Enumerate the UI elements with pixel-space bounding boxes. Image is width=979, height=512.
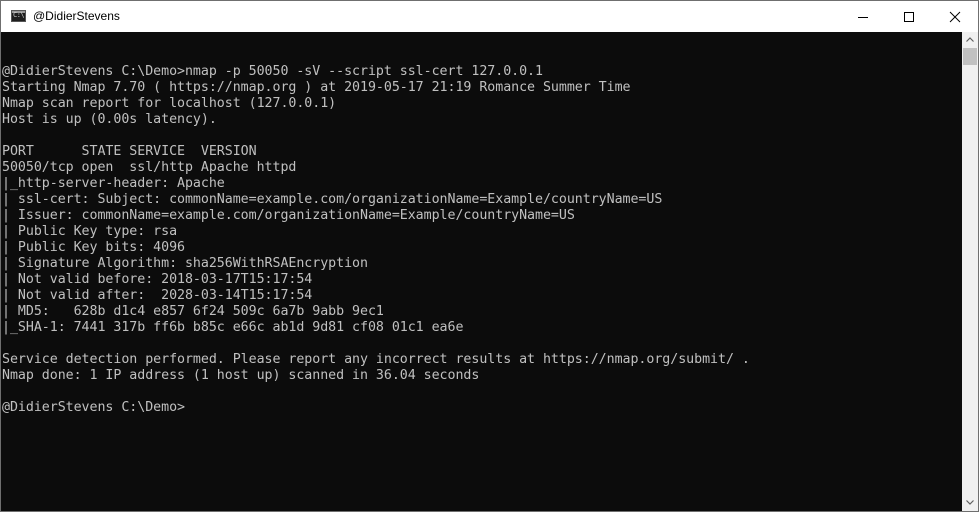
vertical-scrollbar[interactable] — [962, 32, 978, 511]
console-window: C:\ @DidierStevens @DidierStevens C:\Dem… — [0, 0, 979, 512]
scroll-down-arrow-icon — [966, 500, 974, 505]
console-line: 50050/tcp open ssl/http Apache httpd — [2, 160, 297, 175]
scrollbar-thumb[interactable] — [963, 48, 977, 65]
close-icon — [949, 11, 961, 23]
console-line: | MD5: 628b d1c4 e857 6f24 509c 6a7b 9ab… — [2, 304, 384, 319]
cmd-console-icon[interactable]: C:\ — [11, 10, 26, 22]
console-line: | Public Key bits: 4096 — [2, 240, 185, 255]
console-icon-prompt: C:\ — [13, 11, 25, 19]
scroll-up-button[interactable] — [962, 32, 978, 48]
console-line: | Not valid before: 2018-03-17T15:17:54 — [2, 272, 313, 287]
scroll-up-arrow-icon — [966, 37, 974, 42]
maximize-button[interactable] — [886, 1, 932, 32]
window-title: @DidierStevens — [33, 9, 120, 23]
console-line: | Issuer: commonName=example.com/organiz… — [2, 208, 575, 223]
console-line: @DidierStevens C:\Demo> — [2, 400, 185, 415]
minimize-icon — [858, 17, 868, 18]
console-line: | ssl-cert: Subject: commonName=example.… — [2, 192, 663, 207]
console-line: |_http-server-header: Apache — [2, 176, 225, 191]
close-button[interactable] — [932, 1, 978, 32]
console-line: @DidierStevens C:\Demo>nmap -p 50050 -sV… — [2, 64, 543, 79]
console-line: |_SHA-1: 7441 317b ff6b b85c e66c ab1d 9… — [2, 320, 464, 335]
console-line: | Not valid after: 2028-03-14T15:17:54 — [2, 288, 313, 303]
title-bar[interactable]: C:\ @DidierStevens — [1, 1, 978, 32]
console-line: Starting Nmap 7.70 ( https://nmap.org ) … — [2, 80, 631, 95]
console-line: PORT STATE SERVICE VERSION — [2, 144, 257, 159]
console-line: Service detection performed. Please repo… — [2, 352, 750, 367]
console-output-area[interactable]: @DidierStevens C:\Demo>nmap -p 50050 -sV… — [1, 32, 962, 511]
console-line: | Signature Algorithm: sha256WithRSAEncr… — [2, 256, 368, 271]
console-line: Nmap done: 1 IP address (1 host up) scan… — [2, 368, 480, 383]
console-line: Host is up (0.00s latency). — [2, 112, 217, 127]
minimize-button[interactable] — [840, 1, 886, 32]
maximize-icon — [904, 12, 914, 22]
console-line: | Public Key type: rsa — [2, 224, 178, 239]
console-line: Nmap scan report for localhost (127.0.0.… — [2, 96, 337, 111]
console-text: @DidierStevens C:\Demo>nmap -p 50050 -sV… — [2, 48, 750, 416]
scroll-down-button[interactable] — [962, 495, 978, 511]
